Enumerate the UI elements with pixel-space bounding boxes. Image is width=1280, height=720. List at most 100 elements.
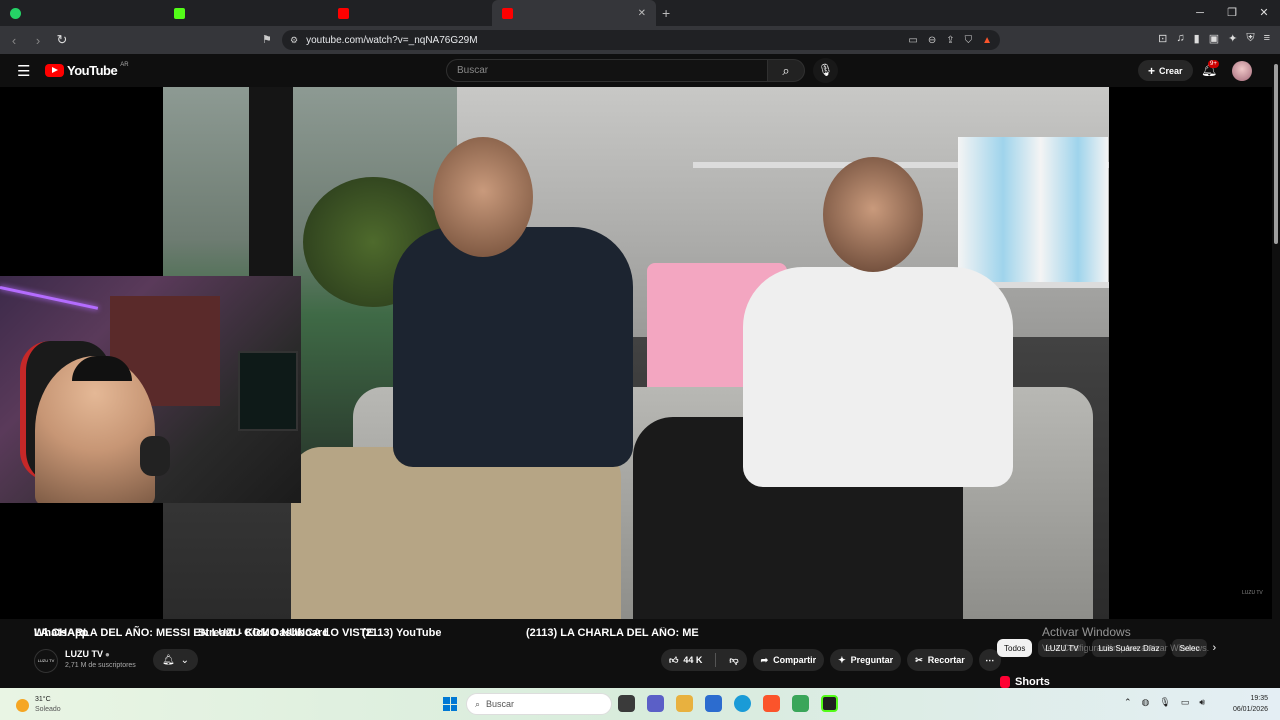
tab-youtube-video[interactable]: (2113) LA CHARLA DEL AÑO: ME ✕ (492, 0, 699, 639)
chevron-right-icon[interactable]: › (1213, 642, 1217, 654)
subscriber-count: 2,71 M de suscriptores (65, 662, 136, 669)
display-icon[interactable]: ▭ (1181, 697, 1190, 708)
media-icon[interactable]: ♫ (1176, 32, 1184, 45)
url-bar[interactable]: ⚙ youtube.com/watch?v=_nqNA76G29M ▭ ⊖ ⇪ … (282, 30, 1000, 50)
cast-icon[interactable]: ▭ (908, 35, 917, 46)
windows-taskbar: 31°C Soleado ⌕ Buscar ⌃ ◍ 🎙︎ ▭ 🔊︎ 19:35 … (0, 688, 1280, 720)
dislike-button[interactable]: 👎︎ (721, 649, 746, 671)
weather-desc: Soleado (35, 706, 61, 713)
hamburger-menu-icon[interactable]: ☰ (17, 62, 30, 80)
restore-icon[interactable]: ❐ (1216, 0, 1248, 26)
ai-icon[interactable]: ✦ (1228, 32, 1237, 45)
like-dislike-group: 👍︎ 44 K 👎︎ (661, 649, 747, 671)
youtube-logo[interactable]: YouTube AR (45, 61, 129, 78)
tab-whatsapp[interactable]: WhatsApp (0, 0, 164, 639)
thumbs-down-icon: 👎︎ (729, 654, 739, 665)
address-bar-row: ‹ › ↻ ⚑ ⚙ youtube.com/watch?v=_nqNA76G29… (0, 26, 1280, 54)
teams-app-icon[interactable] (647, 695, 664, 712)
network-icon[interactable]: ◍ (1142, 697, 1150, 708)
url-text[interactable]: youtube.com/watch?v=_nqNA76G29M (306, 35, 478, 46)
edge-app-icon[interactable] (734, 695, 751, 712)
volume-icon[interactable]: 🔊︎ (1199, 697, 1205, 708)
argentina-jersey (958, 137, 1108, 282)
thumbs-up-icon: 👍︎ (669, 654, 679, 665)
scissors-icon: ✂ (915, 654, 923, 665)
channel-avatar[interactable]: LUZU TV (34, 649, 58, 673)
person-left-head (433, 137, 533, 257)
new-tab-button[interactable]: + (662, 5, 670, 21)
plus-icon: + (1148, 63, 1156, 78)
tab-kick-dashboard[interactable]: Stream - Kick Dashboard (164, 0, 329, 639)
brave-app-icon[interactable] (763, 695, 780, 712)
zoom-icon[interactable]: ⊖ (928, 35, 936, 46)
extensions-bar: ⊡ ♫ ▮ ▣ ✦ ⛨ ≡ (1158, 32, 1270, 45)
ask-button[interactable]: ✦ Preguntar (830, 649, 902, 671)
search-box (446, 59, 768, 82)
taskbar-apps (618, 695, 838, 712)
share-arrow-icon: ➦ (760, 654, 769, 665)
taskbar-clock[interactable]: 19:35 06/01/2026 (1222, 693, 1268, 715)
tab-title: (2113) LA CHARLA DEL AÑO: ME (526, 627, 699, 639)
neon-light (0, 286, 99, 310)
channel-name[interactable]: LUZU TV (65, 649, 103, 659)
region-code: AR (120, 61, 129, 68)
windows-start-icon[interactable] (443, 697, 457, 711)
bookmark-icon[interactable]: ⚑ (262, 33, 272, 46)
account-avatar[interactable] (1232, 61, 1252, 81)
back-icon[interactable]: ‹ (4, 33, 24, 48)
window-controls: ─ ❐ ✕ (1184, 0, 1280, 26)
like-button[interactable]: 👍︎ 44 K (661, 649, 710, 671)
divider (715, 653, 717, 667)
channel-avatar-text: LUZU TV (37, 658, 55, 663)
shorts-shelf-header[interactable]: Shorts (1000, 676, 1050, 688)
person-left-legs (291, 447, 621, 619)
share-button[interactable]: ➦ Compartir (752, 649, 825, 671)
screenshot-icon[interactable]: ⊡ (1158, 32, 1167, 45)
windows-activation-title: Activar Windows (1042, 625, 1131, 639)
close-window-icon[interactable]: ✕ (1248, 0, 1280, 26)
taskbar-search[interactable]: ⌕ Buscar (466, 693, 612, 715)
create-button[interactable]: + Crear (1138, 60, 1193, 81)
video-player[interactable]: LUZU TV (0, 87, 1272, 619)
youtube-masthead: ☰ YouTube AR ⌕ 🎙︎ + Crear 🔔︎ 9+ (0, 54, 1280, 87)
folder-app-icon[interactable] (676, 695, 693, 712)
kick-app-icon[interactable] (821, 695, 838, 712)
channel-name-row[interactable]: LUZU TV ● (65, 649, 110, 659)
clock-time: 19:35 (1250, 695, 1268, 702)
ask-label: Preguntar (850, 655, 894, 665)
voice-search-button[interactable]: 🎙︎ (813, 58, 838, 83)
sun-icon (16, 698, 29, 712)
microphone-icon[interactable]: 🎙︎ (1159, 697, 1170, 708)
taskbar-search-placeholder: Buscar (486, 699, 515, 709)
reload-icon[interactable]: ↻ (52, 32, 72, 48)
search-input[interactable] (457, 60, 757, 81)
menu-icon[interactable]: ≡ (1264, 32, 1270, 45)
microphone-icon: 🎙︎ (817, 63, 834, 77)
minimize-icon[interactable]: ─ (1184, 0, 1216, 26)
brave-shields-icon[interactable]: ⛉ (965, 35, 973, 46)
close-tab-icon[interactable]: ✕ (638, 8, 646, 19)
streamer-microphone (140, 436, 170, 476)
chevron-up-icon[interactable]: ⌃ (1124, 697, 1132, 708)
vpn-icon[interactable]: ⛨ (1246, 32, 1254, 45)
sidebar-icon[interactable]: ▮ (1194, 32, 1200, 45)
subscribed-button[interactable]: 🔔︎ ⌄ (153, 649, 198, 671)
verified-icon: ● (105, 650, 110, 659)
weather-widget[interactable]: 31°C Soleado (16, 695, 61, 715)
tab-youtube-home[interactable]: (2113) YouTube (328, 0, 492, 639)
video-actions: 👍︎ 44 K 👎︎ ➦ Compartir ✦ Preguntar ✂ Rec… (661, 649, 1001, 671)
page-scrollbar[interactable] (1272, 54, 1280, 688)
store-app-icon[interactable] (705, 695, 722, 712)
brave-rewards-icon[interactable]: ▲ (982, 35, 992, 46)
site-info-icon[interactable]: ⚙ (290, 35, 298, 46)
share-icon[interactable]: ⇪ (946, 35, 954, 46)
chip-todos[interactable]: Todos (997, 639, 1033, 657)
file-explorer-app-icon[interactable] (618, 695, 635, 712)
forward-icon[interactable]: › (28, 33, 48, 48)
wallet-icon[interactable]: ▣ (1209, 32, 1219, 45)
clip-button[interactable]: ✂ Recortar (907, 649, 973, 671)
xbox-app-icon[interactable] (792, 695, 809, 712)
scrollbar-thumb[interactable] (1274, 64, 1278, 244)
youtube-icon (338, 7, 349, 19)
search-button[interactable]: ⌕ (767, 59, 805, 82)
